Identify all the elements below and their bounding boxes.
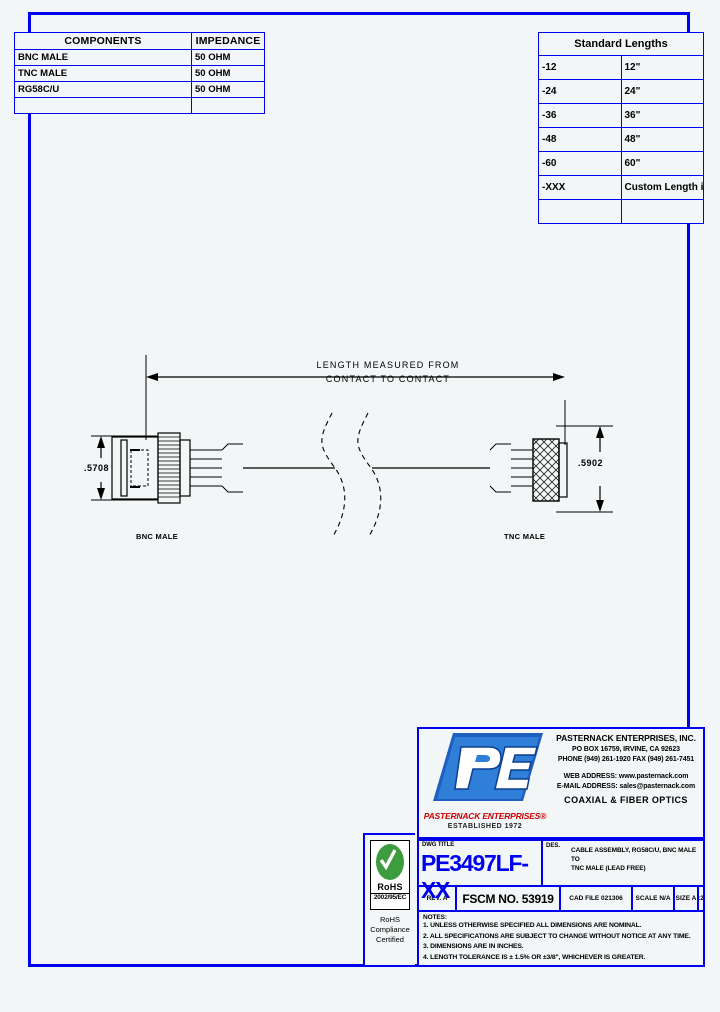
company-info-pane: PASTERNACK ENTERPRISES, INC. PO BOX 1675… bbox=[549, 729, 703, 837]
note-item: 1. UNLESS OTHERWISE SPECIFIED ALL DIMENS… bbox=[423, 922, 642, 929]
component-impedance: 50 OHM bbox=[191, 65, 265, 82]
table-row: -36 36" bbox=[538, 103, 704, 128]
table-row: -12 12" bbox=[538, 55, 704, 80]
drawing-info-block: DWG TITLE PE3497LF-XX DES. CABLE ASSEMBL… bbox=[417, 839, 705, 967]
rohs-directive-number: 2002/95/EC bbox=[371, 893, 409, 901]
rohs-label: RoHS bbox=[377, 882, 403, 892]
table-row bbox=[14, 97, 265, 114]
components-table: COMPONENTS IMPEDANCE BNC MALE 50 OHM TNC… bbox=[14, 32, 265, 114]
table-row: RG58C/U 50 OHM bbox=[14, 81, 265, 98]
length-value: 60" bbox=[620, 151, 704, 176]
drawing-title-cell: DWG TITLE PE3497LF-XX bbox=[419, 841, 543, 903]
length-code: -36 bbox=[538, 103, 622, 128]
logo-wordmark: PASTERNACK ENTERPRISES® bbox=[423, 811, 547, 821]
length-value: 36" bbox=[620, 103, 704, 128]
rohs-caption: RoHS Compliance Certified bbox=[370, 915, 410, 944]
table-row: BNC MALE 50 OHM bbox=[14, 49, 265, 66]
note-item: 4. LENGTH TOLERANCE IS ± 1.5% OR ±3/8", … bbox=[423, 953, 646, 961]
component-name bbox=[14, 97, 192, 114]
scale-value: SCALE N/A bbox=[633, 887, 675, 910]
length-code bbox=[538, 199, 622, 224]
logo-established-text: ESTABLISHED 1972 bbox=[447, 823, 523, 830]
length-value: Custom Length in inches bbox=[620, 175, 704, 200]
company-web-address: WEB ADDRESS: www.pasternack.com bbox=[563, 773, 689, 780]
description-cell: DES. CABLE ASSEMBLY, RG58C/U, BNC MALE T… bbox=[543, 841, 703, 885]
logo-pane: PASTERNACK ENTERPRISES® ESTABLISHED 1972 bbox=[419, 729, 549, 837]
rohs-badge: RoHS 2002/95/EC bbox=[370, 840, 410, 910]
company-phone: PHONE (949) 261-1920 FAX (949) 261-7451 bbox=[557, 756, 695, 763]
component-name: BNC MALE bbox=[14, 49, 192, 66]
description-text: CABLE ASSEMBLY, RG58C/U, BNC MALE TO TNC… bbox=[571, 847, 697, 872]
company-tagline: COAXIAL & FIBER OPTICS bbox=[564, 795, 688, 805]
checkmark-icon bbox=[380, 849, 396, 871]
part-number: PE3497LF-XX bbox=[421, 850, 529, 903]
company-name: PASTERNACK ENTERPRISES, INC. bbox=[556, 733, 696, 743]
component-name: RG58C/U bbox=[14, 81, 192, 98]
length-value: 48" bbox=[620, 127, 704, 152]
length-code: -60 bbox=[538, 151, 622, 176]
table-row: -60 60" bbox=[538, 151, 704, 176]
component-impedance: 50 OHM bbox=[191, 81, 265, 98]
notes-heading: NOTES: bbox=[423, 914, 447, 921]
pasternack-pe-logo-icon bbox=[433, 733, 543, 801]
components-header-impedance: IMPEDANCE bbox=[191, 32, 265, 50]
cad-file-value: CAD FILE 021306 bbox=[561, 887, 633, 910]
notes-cell: NOTES: 1. UNLESS OTHERWISE SPECIFIED ALL… bbox=[419, 912, 703, 965]
components-header-components: COMPONENTS bbox=[14, 32, 192, 50]
sheet-value: 1:27 bbox=[699, 895, 703, 903]
company-email-address: E-MAIL ADDRESS: sales@pasternack.com bbox=[556, 783, 696, 790]
info-title-row: DWG TITLE PE3497LF-XX DES. CABLE ASSEMBL… bbox=[419, 841, 703, 903]
table-row: -24 24" bbox=[538, 79, 704, 104]
length-measurement-note: LENGTH MEASURED FROM CONTACT TO CONTACT bbox=[316, 360, 460, 384]
length-value bbox=[620, 199, 704, 224]
components-table-header-row: COMPONENTS IMPEDANCE bbox=[14, 32, 265, 50]
drawing-title-caption: DWG TITLE bbox=[422, 842, 455, 848]
right-dimension-value: .5902 bbox=[578, 458, 604, 468]
description-caption: DES. bbox=[546, 843, 561, 849]
bnc-connector-label: BNC MALE bbox=[136, 532, 178, 541]
note-item: 3. DIMENSIONS ARE IN INCHES. bbox=[423, 943, 524, 950]
note-item: 2. ALL SPECIFICATIONS ARE SUBJECT TO CHA… bbox=[423, 932, 691, 940]
table-row: -XXX Custom Length in inches bbox=[538, 175, 704, 200]
rohs-checkmark-icon bbox=[373, 843, 407, 881]
tnc-connector-label: TNC MALE bbox=[504, 532, 546, 541]
table-row: -48 48" bbox=[538, 127, 704, 152]
rohs-compliance-block: RoHS 2002/95/EC RoHS Compliance Certifie… bbox=[363, 833, 415, 967]
component-impedance: 50 OHM bbox=[191, 49, 265, 66]
lengths-table-header-row: Standard Lengths bbox=[538, 32, 704, 56]
table-row bbox=[538, 199, 704, 224]
table-row: TNC MALE 50 OHM bbox=[14, 65, 265, 82]
length-code: -12 bbox=[538, 55, 622, 80]
component-name: TNC MALE bbox=[14, 65, 192, 82]
size-value: SIZE A bbox=[675, 887, 699, 910]
company-address: PO BOX 16759, IRVINE, CA 92623 bbox=[572, 746, 680, 753]
standard-lengths-table: Standard Lengths -12 12" -24 24" -36 36"… bbox=[538, 32, 704, 224]
lengths-table-title: Standard Lengths bbox=[538, 32, 704, 56]
left-dimension-value: .5708 bbox=[84, 463, 110, 473]
company-title-block: PASTERNACK ENTERPRISES® ESTABLISHED 1972… bbox=[417, 727, 705, 839]
component-impedance bbox=[191, 97, 265, 114]
length-code: -48 bbox=[538, 127, 622, 152]
length-value: 12" bbox=[620, 55, 704, 80]
length-code: -24 bbox=[538, 79, 622, 104]
length-value: 24" bbox=[620, 79, 704, 104]
length-code: -XXX bbox=[538, 175, 622, 200]
